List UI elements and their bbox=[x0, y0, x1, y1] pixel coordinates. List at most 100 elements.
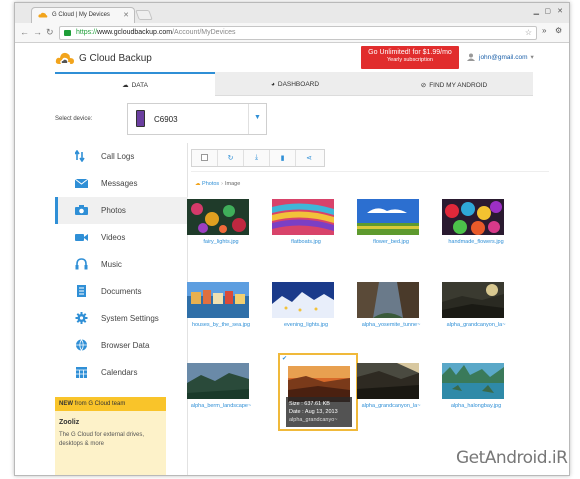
photo-filename: flower_bed.jpg bbox=[373, 239, 409, 245]
call-log-icon bbox=[75, 150, 85, 162]
sidebar-item-system-settings[interactable]: System Settings bbox=[55, 305, 188, 332]
share-icon: ⋖ bbox=[306, 155, 312, 162]
forward-icon[interactable]: → bbox=[33, 27, 42, 37]
photo-thumbnail[interactable]: flower_bed.jpg bbox=[353, 199, 433, 271]
globe-icon bbox=[76, 339, 87, 351]
photo-thumbnail[interactable]: houses_by_the_sea.jpg bbox=[183, 282, 263, 354]
sidebar-item-photos[interactable]: Photos bbox=[55, 197, 188, 224]
sidebar-item-call-logs[interactable]: Call Logs bbox=[55, 143, 188, 170]
back-icon[interactable]: ← bbox=[20, 27, 29, 37]
photo-filename: evening_lights.jpg bbox=[283, 322, 329, 328]
photo-image bbox=[357, 363, 419, 399]
photo-thumbnail[interactable]: alpha_grandcanyon_la~ bbox=[353, 363, 433, 435]
lock-icon bbox=[64, 30, 71, 36]
target-icon: ⊘ bbox=[420, 82, 427, 89]
cloud-logo-icon bbox=[55, 52, 74, 64]
promo-from: from G Cloud team bbox=[74, 401, 126, 407]
photo-image bbox=[442, 363, 504, 399]
sidebar-item-calendars[interactable]: Calendars bbox=[55, 359, 188, 386]
breadcrumb-root[interactable]: Photos bbox=[202, 181, 219, 187]
sidebar-item-documents[interactable]: Documents bbox=[55, 278, 188, 305]
breadcrumb-current: Image bbox=[225, 181, 241, 187]
photo-toolbar: ↻ ⤓ ▮ ⋖ bbox=[191, 149, 325, 167]
photo-thumbnail[interactable]: alpha_yosemite_tunne~ bbox=[353, 282, 433, 354]
calendar-icon bbox=[76, 367, 87, 378]
photo-filename: alpha_halongbay.jpg bbox=[450, 403, 502, 409]
photo-thumbnail[interactable]: evening_lights.jpg bbox=[268, 282, 348, 354]
new-tab-button[interactable] bbox=[135, 10, 153, 20]
divider bbox=[191, 171, 549, 172]
cloud-icon: ☁ bbox=[122, 82, 129, 89]
document-icon bbox=[77, 285, 86, 297]
tab-data[interactable]: ☁ DATA bbox=[55, 72, 215, 96]
browser-tabstrip: G Cloud | My Devices ✕ ▁ ▢ ✕ bbox=[15, 3, 569, 23]
sidebar-item-videos[interactable]: Videos bbox=[55, 224, 188, 251]
photo-filename: alpha_berm_landscape~ bbox=[190, 403, 252, 409]
upgrade-promo-button[interactable]: Go Unlimited! for $1.99/mo Yearly subscr… bbox=[361, 46, 459, 69]
reload-icon[interactable]: ↻ bbox=[46, 27, 54, 38]
headphones-icon bbox=[75, 258, 88, 270]
sidebar-item-label: Documents bbox=[101, 287, 142, 296]
browser-tab[interactable]: G Cloud | My Devices ✕ bbox=[31, 7, 135, 23]
photo-thumbnail[interactable]: handmade_flowers.jpg bbox=[438, 199, 518, 271]
photo-filename: flatboats.jpg bbox=[291, 239, 321, 245]
photo-filename: alpha_yosemite_tunne~ bbox=[361, 322, 421, 328]
cloud-icon: ☁ bbox=[195, 181, 201, 187]
photo-image bbox=[442, 199, 504, 235]
photo-thumbnail[interactable]: alpha_halongbay.jpg bbox=[438, 363, 518, 435]
url-path: /Account/MyDevices bbox=[172, 29, 236, 36]
zooliz-promo[interactable]: NEW from G Cloud team Zooliz The G Cloud… bbox=[55, 397, 166, 475]
tab-label: DASHBOARD bbox=[277, 81, 320, 88]
photo-thumbnail[interactable]: alpha_berm_landscape~ bbox=[183, 363, 263, 435]
photo-filename: alpha_grandcanyon_la~ bbox=[361, 403, 421, 409]
share-button[interactable]: ⋖ bbox=[296, 150, 322, 166]
chevron-down-icon[interactable]: ▼ bbox=[248, 104, 266, 134]
maximize-icon[interactable]: ▢ bbox=[544, 7, 551, 15]
checkmark-icon[interactable]: ✔ bbox=[282, 355, 290, 363]
photo-filename: handmade_flowers.jpg bbox=[448, 239, 504, 245]
sidebar-item-label: Music bbox=[101, 260, 122, 269]
sidebar-item-music[interactable]: Music bbox=[55, 251, 188, 278]
device-dropdown[interactable]: C6903 ▼ bbox=[127, 103, 267, 135]
sidebar-item-label: Calendars bbox=[101, 368, 138, 377]
delete-button[interactable]: ▮ bbox=[270, 150, 296, 166]
bookmark-star-icon[interactable]: ☆ bbox=[525, 28, 532, 37]
user-avatar-icon bbox=[467, 53, 475, 61]
browser-navbar: ← → ↻ https://www.gcloudbackup.com/Accou… bbox=[15, 23, 569, 43]
refresh-icon: ↻ bbox=[227, 155, 234, 162]
address-bar[interactable]: https://www.gcloudbackup.com/Account/MyD… bbox=[59, 26, 537, 40]
user-email: john@gmail.com bbox=[479, 54, 528, 61]
user-menu[interactable]: john@gmail.com ▾ bbox=[467, 53, 534, 61]
sidebar-item-browser-data[interactable]: Browser Data bbox=[55, 332, 188, 359]
url-protocol: https:// bbox=[76, 29, 98, 36]
url-host: www.gcloudbackup.com bbox=[97, 29, 173, 36]
tab-find-my-android[interactable]: ⊘ FIND MY ANDROID bbox=[375, 72, 533, 96]
photo-image bbox=[357, 199, 419, 235]
photo-thumbnail[interactable]: flatboats.jpg bbox=[268, 199, 348, 271]
promo-headline: Go Unlimited! for $1.99/mo bbox=[368, 49, 452, 56]
new-badge: NEW bbox=[59, 401, 73, 407]
phone-icon bbox=[136, 110, 145, 127]
photo-thumbnail[interactable]: fairy_lights.jpg bbox=[183, 199, 263, 271]
device-select-label: Select device: bbox=[55, 116, 93, 122]
download-button[interactable]: ⤓ bbox=[244, 150, 270, 166]
photo-image bbox=[187, 199, 249, 235]
promo-title: Zooliz bbox=[59, 419, 80, 426]
close-tab-icon[interactable]: ✕ bbox=[123, 11, 129, 19]
extension-icon[interactable]: » bbox=[542, 26, 546, 35]
tab-label: DATA bbox=[131, 82, 148, 89]
photo-thumbnail[interactable]: alpha_grandcanyon_la~ bbox=[438, 282, 518, 354]
close-window-icon[interactable]: ✕ bbox=[557, 7, 563, 15]
browser-tab-title: G Cloud | My Devices bbox=[52, 12, 110, 18]
photo-thumbnail-selected[interactable]: ✔ Size : 637.61 KB Date : Aug 13, 2013 a… bbox=[278, 353, 358, 431]
minimize-icon[interactable]: ▁ bbox=[534, 7, 539, 15]
photo-filename: alpha_grandcanyo~ bbox=[289, 417, 338, 423]
sidebar-item-label: System Settings bbox=[101, 314, 159, 323]
refresh-button[interactable]: ↻ bbox=[218, 150, 244, 166]
chevron-down-icon: ▾ bbox=[530, 54, 534, 61]
wrench-icon[interactable]: ⚙ bbox=[555, 26, 562, 35]
sidebar-item-messages[interactable]: Messages bbox=[55, 170, 188, 197]
select-all-checkbox[interactable] bbox=[192, 150, 218, 166]
photo-info-overlay: Size : 637.61 KB Date : Aug 13, 2013 alp… bbox=[286, 397, 352, 427]
tab-dashboard[interactable]: ◕ DASHBOARD bbox=[215, 72, 375, 96]
